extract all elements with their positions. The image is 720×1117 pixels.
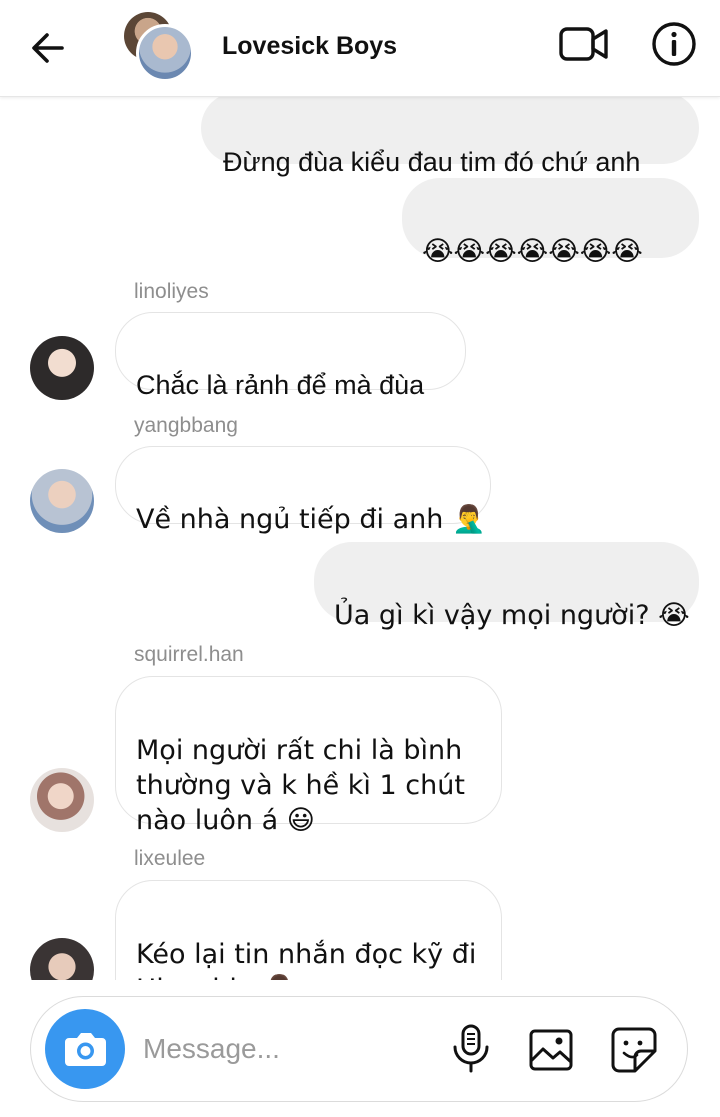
camera-button[interactable]	[45, 1009, 125, 1089]
group-avatar[interactable]	[124, 12, 194, 82]
message-text: 😭😭😭😭😭😭😭	[422, 236, 643, 267]
outgoing-message[interactable]: Đừng đùa kiểu đau tim đó chứ anh	[201, 96, 699, 177]
sender-name: linoliyes	[134, 280, 209, 303]
message-text: Đừng đùa kiểu đau tim đó chứ anh	[223, 147, 641, 177]
sender-name: lixeulee	[134, 847, 206, 870]
sticker-button[interactable]	[609, 1025, 659, 1075]
outgoing-message[interactable]: 😭😭😭😭😭😭😭	[402, 178, 699, 267]
message-input[interactable]	[143, 1027, 413, 1071]
avatar[interactable]	[30, 938, 94, 980]
sticker-icon	[611, 1027, 657, 1073]
info-button[interactable]	[650, 20, 698, 68]
sender-name: squirrel.han	[134, 643, 244, 666]
video-call-button[interactable]	[558, 22, 610, 66]
sender-name: yangbbang	[134, 414, 238, 437]
gallery-button[interactable]	[527, 1027, 575, 1073]
microphone-icon	[453, 1024, 489, 1073]
chat-title[interactable]: Lovesick Boys	[222, 32, 397, 61]
message-text: Mọi người rất chi là bình thường và k hề…	[136, 735, 465, 836]
camera-icon	[65, 1033, 106, 1066]
outgoing-message[interactable]: Ủa gì kì vậy mọi người? 😭	[314, 542, 699, 631]
incoming-message[interactable]: Chắc là rảnh để mà đùa	[115, 312, 466, 400]
message-text: Ủa gì kì vậy mọi người? 😭	[334, 600, 690, 631]
video-call-icon	[559, 27, 608, 61]
back-arrow-icon	[32, 33, 64, 63]
incoming-message[interactable]: Về nhà ngủ tiếp đi anh 🤦‍♂️	[115, 446, 491, 535]
avatar[interactable]	[30, 336, 94, 400]
gallery-icon	[529, 1029, 573, 1071]
info-icon	[652, 22, 696, 66]
back-button[interactable]	[26, 26, 70, 70]
avatar[interactable]	[30, 768, 94, 832]
group-avatar-front	[136, 24, 194, 82]
incoming-message[interactable]: Kéo lại tin nhắn đọc kỹ đi Hionchin 🤦‍♂️	[115, 880, 502, 980]
message-composer	[30, 996, 688, 1102]
incoming-message[interactable]: Mọi người rất chi là bình thường và k hề…	[115, 676, 502, 836]
voice-message-button[interactable]	[449, 1023, 493, 1075]
message-text: Chắc là rảnh để mà đùa	[136, 370, 425, 400]
chat-header: Lovesick Boys	[0, 0, 720, 97]
message-thread[interactable]: Đừng đùa kiểu đau tim đó chứ anh 😭😭😭😭😭😭😭…	[0, 96, 720, 980]
avatar[interactable]	[30, 469, 94, 533]
message-text: Kéo lại tin nhắn đọc kỹ đi Hionchin 🤦‍♂️	[136, 939, 477, 980]
message-text: Về nhà ngủ tiếp đi anh 🤦‍♂️	[136, 504, 486, 535]
